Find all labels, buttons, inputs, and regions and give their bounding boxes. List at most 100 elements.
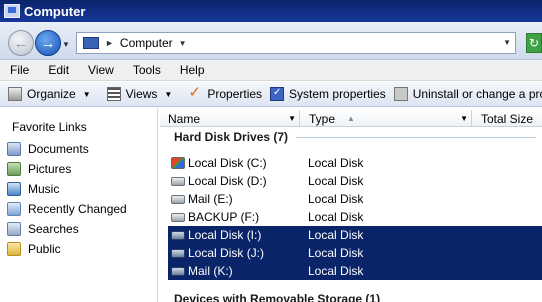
drive-name: Mail (E:) [188,192,233,206]
sidebar-item-label: Searches [28,222,79,236]
title-bar: Computer [0,0,542,22]
views-button[interactable]: Views ▼ [106,87,173,101]
public-folder-icon [7,242,21,256]
group-header-hard-disk-drives[interactable]: Hard Disk Drives (7) [160,128,542,146]
uninstall-icon [393,87,408,101]
favorite-links-heading: Favorite Links [12,120,87,134]
group-title: Hard Disk Drives (7) [174,130,289,144]
breadcrumb-separator-icon[interactable]: ► [105,38,114,48]
drive-name: BACKUP (F:) [188,210,260,224]
drive-type: Local Disk [308,246,364,260]
group-header-removable-storage[interactable]: Devices with Removable Storage (1) [160,290,542,302]
chevron-down-icon: ▼ [164,89,173,99]
drive-row-e[interactable]: Mail (E:) Local Disk [168,190,542,208]
drive-name: Local Disk (C:) [188,156,267,170]
drive-row-c[interactable]: Local Disk (C:) Local Disk [168,154,542,172]
hard-disk-icon [171,194,185,204]
system-properties-icon [270,87,285,101]
chevron-down-icon[interactable]: ▼ [179,39,187,48]
hard-disk-icon [171,212,185,222]
menu-view[interactable]: View [78,63,123,77]
properties-label: Properties [207,87,263,101]
column-header-type[interactable]: Type ▲ ▼ [301,110,472,127]
back-button[interactable]: ← [8,30,34,56]
pictures-icon [7,162,21,176]
drive-name: Mail (K:) [188,264,233,278]
drive-row-j[interactable]: Local Disk (J:) Local Disk [168,244,542,262]
drive-row-f[interactable]: BACKUP (F:) Local Disk [168,208,542,226]
hard-disk-icon [171,248,185,258]
organize-label: Organize [27,87,76,101]
sidebar-item-label: Public [28,242,61,256]
column-filter-dropdown-icon[interactable]: ▼ [460,114,468,123]
menu-bar: File Edit View Tools Help [0,60,542,81]
sidebar-item-label: Pictures [28,162,72,176]
drive-type: Local Disk [308,210,364,224]
drive-row-i[interactable]: Local Disk (I:) Local Disk [168,226,542,244]
documents-icon [7,142,21,156]
organize-button[interactable]: Organize ▼ [8,87,91,101]
column-header-row: Name ▼ Type ▲ ▼ Total Size [160,110,542,127]
column-type-label: Type [309,111,336,126]
navigation-bar: ← → ▼ ► Computer ▼ ▼ ↻ [0,22,542,60]
sidebar-item-documents[interactable]: Documents [7,142,89,156]
computer-icon [83,37,99,49]
file-list-pane: Name ▼ Type ▲ ▼ Total Size Hard Disk Dri… [160,108,542,302]
music-icon [7,182,21,196]
sidebar-item-label: Music [28,182,60,196]
column-filter-dropdown-icon[interactable]: ▼ [288,114,296,123]
address-history-dropdown-icon[interactable]: ▼ [503,38,511,47]
system-drive-icon [171,157,185,169]
group-title: Devices with Removable Storage (1) [174,292,381,302]
recently-changed-icon [7,202,21,216]
sidebar-item-label: Documents [28,142,89,156]
forward-button[interactable]: → [35,30,61,56]
uninstall-label: Uninstall or change a progra [412,87,542,101]
drive-row-d[interactable]: Local Disk (D:) Local Disk [168,172,542,190]
sidebar-item-pictures[interactable]: Pictures [7,162,71,176]
views-label: Views [125,87,158,101]
recent-pages-dropdown-icon[interactable]: ▼ [62,40,70,49]
column-name-label: Name [168,111,201,126]
sort-ascending-icon: ▲ [347,114,355,123]
system-properties-label: System properties [289,87,386,101]
drive-name: Local Disk (D:) [188,174,267,188]
drive-row-k[interactable]: Mail (K:) Local Disk [168,262,542,280]
sidebar-item-music[interactable]: Music [7,182,59,196]
group-divider [296,136,536,138]
sidebar-item-public[interactable]: Public [7,242,61,256]
chevron-down-icon: ▼ [82,89,91,99]
drive-name: Local Disk (I:) [188,228,262,242]
column-header-name[interactable]: Name ▼ [160,110,300,127]
address-bar[interactable]: ► Computer ▼ ▼ [76,32,516,54]
drive-type: Local Disk [308,264,364,278]
navigation-pane: Favorite Links Documents Pictures Music … [0,108,158,302]
menu-file[interactable]: File [0,63,38,77]
drive-type: Local Disk [308,174,364,188]
sidebar-item-label: Recently Changed [28,202,127,216]
computer-icon [4,4,20,18]
organize-icon [8,87,22,101]
properties-button[interactable]: Properties [188,83,263,101]
sidebar-item-searches[interactable]: Searches [7,222,79,236]
column-total-size-label: Total Size [481,111,534,126]
searches-icon [7,222,21,236]
menu-tools[interactable]: Tools [123,63,170,77]
breadcrumb-computer[interactable]: Computer [120,36,173,50]
drive-type: Local Disk [308,156,364,170]
views-icon [106,87,121,101]
menu-edit[interactable]: Edit [38,63,78,77]
properties-check-icon [188,83,202,101]
window-title: Computer [24,3,86,19]
drive-name: Local Disk (J:) [188,246,265,260]
column-header-total-size[interactable]: Total Size [473,110,542,127]
drive-type: Local Disk [308,228,364,242]
sidebar-item-recently-changed[interactable]: Recently Changed [7,202,127,216]
hard-disk-icon [171,266,185,276]
hard-disk-icon [171,230,185,240]
refresh-button[interactable]: ↻ [526,33,542,53]
uninstall-program-button[interactable]: Uninstall or change a progra [393,87,542,101]
menu-help[interactable]: Help [170,63,214,77]
command-toolbar: Organize ▼ Views ▼ Properties System pro… [0,82,542,107]
system-properties-button[interactable]: System properties [270,87,386,101]
